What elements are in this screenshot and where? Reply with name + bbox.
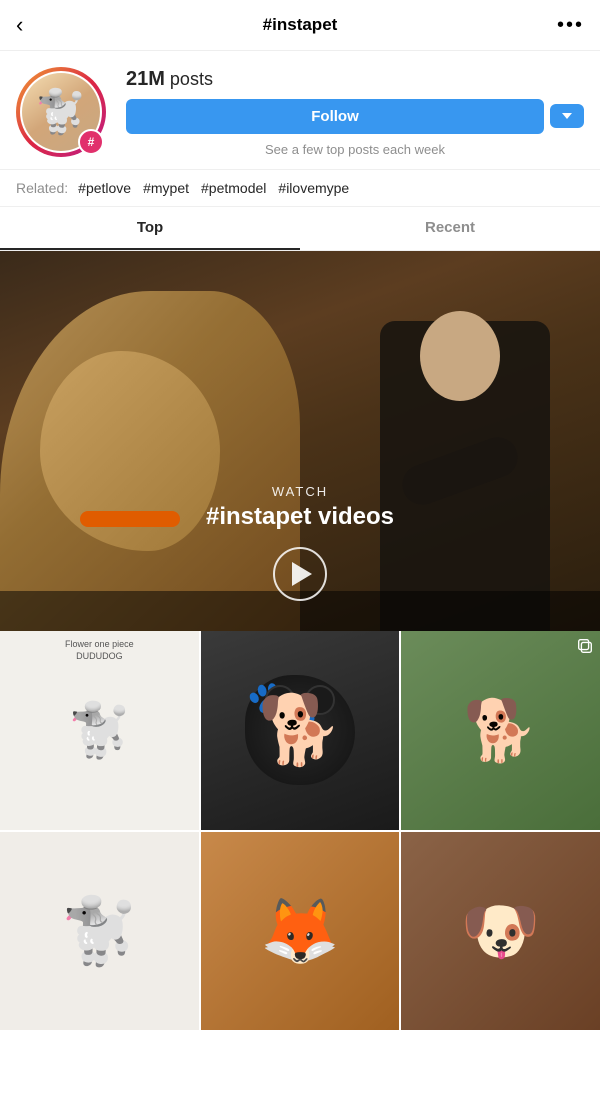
grid-cell-inner-5: 🦊 <box>201 832 400 1031</box>
related-section: Related: #petlove #mypet #petmodel #ilov… <box>0 169 600 207</box>
tabs-row: Top Recent <box>0 207 600 251</box>
play-button[interactable] <box>273 547 327 601</box>
grid-cell-3[interactable]: 🐕 <box>401 631 600 830</box>
follow-dropdown-button[interactable] <box>550 104 584 128</box>
tab-recent-label: Recent <box>425 219 475 236</box>
grid-cell-1[interactable]: 🐩 Flower one pieceDUDUDOG <box>0 631 199 830</box>
watch-hashtag: #instapet videos <box>206 503 394 531</box>
grid-cell-inner-4: 🐩 <box>0 832 199 1031</box>
profile-info: 21M posts Follow See a few top posts eac… <box>126 68 584 157</box>
follow-row: Follow <box>126 99 584 134</box>
related-tag-ilovemype[interactable]: #ilovemype <box>278 180 349 196</box>
back-button[interactable]: ‹ <box>16 12 48 38</box>
grid-cell-2[interactable]: 🐾 🐕 <box>201 631 400 830</box>
related-tags: #petlove #mypet #petmodel #ilovemype <box>78 180 349 196</box>
grid-cell-inner-3: 🐕 <box>401 631 600 830</box>
header: ‹ #instapet ••• <box>0 0 600 51</box>
posts-label: posts <box>170 69 213 89</box>
see-few-text: See a few top posts each week <box>126 142 584 157</box>
play-icon <box>292 562 312 586</box>
cell-caption: Flower one pieceDUDUDOG <box>0 639 199 662</box>
related-label: Related: <box>16 180 68 196</box>
related-tag-mypet[interactable]: #mypet <box>143 180 189 196</box>
more-options-button[interactable]: ••• <box>552 14 584 37</box>
grid-cell-5[interactable]: 🦊 <box>201 832 400 1031</box>
chevron-down-icon <box>562 113 572 119</box>
tab-top[interactable]: Top <box>0 207 300 250</box>
video-banner[interactable]: WATCH #instapet videos <box>0 251 600 631</box>
image-grid: 🐩 Flower one pieceDUDUDOG 🐾 🐕 🐕 <box>0 631 600 1030</box>
posts-count-number: 21M <box>126 68 165 90</box>
multi-image-icon <box>576 637 594 660</box>
avatar-wrapper: # <box>16 67 106 157</box>
related-tag-petlove[interactable]: #petlove <box>78 180 131 196</box>
profile-section: # 21M posts Follow See a few top posts e… <box>0 51 600 169</box>
follow-button[interactable]: Follow <box>126 99 544 134</box>
grid-cell-4[interactable]: 🐩 <box>0 832 199 1031</box>
watch-label: WATCH <box>206 484 394 499</box>
tab-top-label: Top <box>137 219 163 236</box>
related-tag-petmodel[interactable]: #petmodel <box>201 180 266 196</box>
posts-count: 21M posts <box>126 68 584 91</box>
video-overlay-text: WATCH #instapet videos <box>206 484 394 531</box>
grid-cell-inner-6: 🐶 <box>401 832 600 1031</box>
tab-recent[interactable]: Recent <box>300 207 600 250</box>
grid-cell-6[interactable]: 🐶 <box>401 832 600 1031</box>
page-title: #instapet <box>48 15 552 35</box>
hashtag-badge: # <box>78 129 104 155</box>
grid-cell-inner-1: 🐩 Flower one pieceDUDUDOG <box>0 631 199 830</box>
grid-cell-inner-2: 🐾 🐕 <box>201 631 400 830</box>
